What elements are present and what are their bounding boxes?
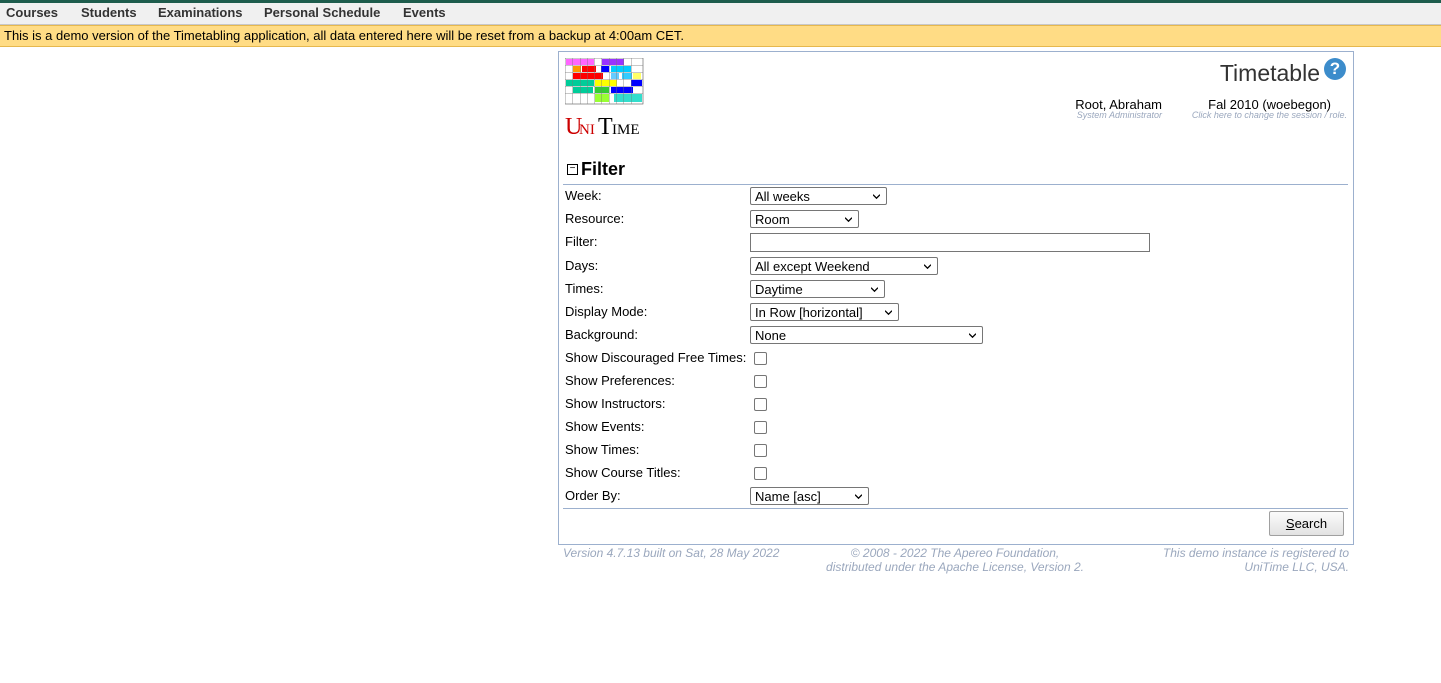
background-select[interactable]: None: [750, 326, 983, 344]
demo-banner-text: This is a demo version of the Timetablin…: [4, 28, 684, 43]
days-label: Days:: [565, 258, 599, 273]
resource-select-value: Room: [755, 212, 790, 227]
filter-text-label: Filter:: [565, 234, 598, 249]
show-course-titles-label: Show Course Titles:: [565, 465, 681, 480]
svg-text:T: T: [598, 114, 613, 138]
display-mode-select[interactable]: In Row [horizontal]: [750, 303, 899, 321]
show-times-label: Show Times:: [565, 442, 640, 457]
session-hint[interactable]: Click here to change the session / role.: [1180, 110, 1347, 120]
display-mode-select-value: In Row [horizontal]: [755, 305, 863, 320]
background-select-value: None: [755, 328, 787, 343]
page-title: Timetable: [1219, 60, 1320, 86]
user-role: System Administrator: [1076, 110, 1162, 120]
order-by-label: Order By:: [565, 488, 621, 503]
filter-section-title: Filter: [581, 159, 626, 179]
times-select-value: Daytime: [755, 282, 803, 297]
version-info: Version 4.7.13 built on Sat, 28 May 2022: [563, 546, 780, 560]
show-discouraged-label: Show Discouraged Free Times:: [565, 350, 747, 365]
chevron-down-icon: [871, 287, 878, 293]
days-select-value: All except Weekend: [755, 259, 870, 274]
menu-events[interactable]: Events: [403, 5, 446, 20]
background-label: Background:: [565, 327, 638, 342]
search-button-accesskey: S: [1285, 516, 1295, 531]
chevron-down-icon: [855, 494, 862, 500]
days-select[interactable]: All except Weekend: [750, 257, 938, 275]
filter-divider: [563, 184, 1348, 185]
copyright-line-1[interactable]: © 2008 - 2022 The Apereo Foundation,: [800, 546, 1110, 560]
svg-text:NI: NI: [579, 122, 595, 138]
filter-text-input[interactable]: [750, 233, 1150, 252]
svg-text:IME: IME: [612, 122, 640, 138]
week-select[interactable]: All weeks: [750, 187, 887, 205]
menu-students[interactable]: Students: [81, 5, 137, 20]
registration-line-2[interactable]: UniTime LLC, USA.: [1120, 560, 1349, 574]
unitime-logo[interactable]: U NI T IME: [564, 57, 645, 140]
search-button-label: earch: [1294, 516, 1328, 531]
menu-personal-schedule[interactable]: Personal Schedule: [264, 5, 380, 20]
chevron-down-icon: [924, 264, 931, 270]
copyright-line-2[interactable]: distributed under the Apache License, Ve…: [800, 560, 1110, 574]
collapse-icon[interactable]: −: [567, 164, 578, 175]
demo-banner: This is a demo version of the Timetablin…: [0, 25, 1441, 47]
resource-select[interactable]: Room: [750, 210, 859, 228]
show-times-checkbox[interactable]: [754, 444, 767, 457]
order-by-select[interactable]: Name [asc]: [750, 487, 869, 505]
registration-line-1[interactable]: This demo instance is registered to: [1120, 546, 1349, 560]
unitime-logo-graphic: U NI T IME: [564, 57, 644, 140]
display-mode-label: Display Mode:: [565, 304, 648, 319]
chevron-down-icon: [969, 333, 976, 339]
show-preferences-checkbox[interactable]: [754, 375, 767, 388]
show-instructors-label: Show Instructors:: [565, 396, 666, 411]
menu-examinations[interactable]: Examinations: [158, 5, 243, 20]
main-menu-bar: Courses Students Examinations Personal S…: [0, 3, 1441, 25]
show-events-label: Show Events:: [565, 419, 645, 434]
help-icon[interactable]: ?: [1324, 58, 1346, 80]
chevron-down-icon: [873, 194, 880, 200]
chevron-down-icon: [845, 217, 852, 223]
chevron-down-icon: [885, 310, 892, 316]
search-button[interactable]: Search: [1269, 511, 1344, 536]
show-events-checkbox[interactable]: [754, 421, 767, 434]
times-label: Times:: [565, 281, 604, 296]
resource-label: Resource:: [565, 211, 625, 226]
order-by-select-value: Name [asc]: [755, 489, 821, 504]
times-select[interactable]: Daytime: [750, 280, 885, 298]
show-instructors-checkbox[interactable]: [754, 398, 767, 411]
bottom-divider: [563, 508, 1348, 509]
menu-courses[interactable]: Courses: [6, 5, 58, 20]
show-preferences-label: Show Preferences:: [565, 373, 675, 388]
week-select-value: All weeks: [755, 189, 810, 204]
week-label: Week:: [565, 188, 602, 203]
show-discouraged-checkbox[interactable]: [754, 352, 767, 365]
show-course-titles-checkbox[interactable]: [754, 467, 767, 480]
